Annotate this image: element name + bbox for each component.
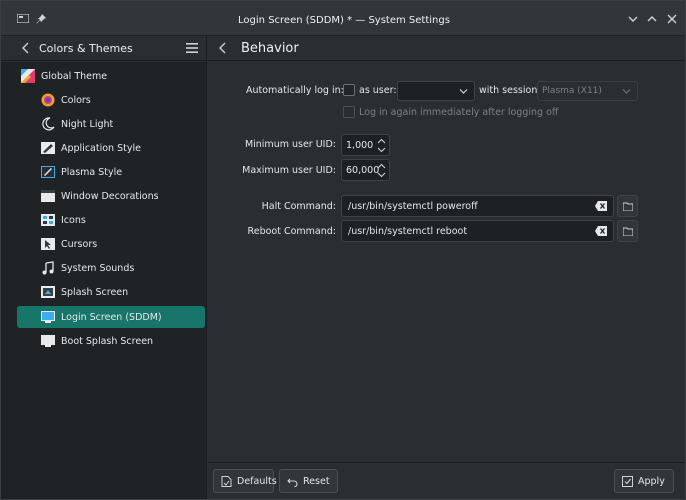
sidebar-item-window-decorations[interactable]: Window Decorations bbox=[17, 185, 205, 207]
max-uid-label: Maximum user UID: bbox=[242, 165, 336, 176]
close-icon bbox=[667, 14, 677, 24]
sidebar-item-label: Login Screen (SDDM) bbox=[61, 311, 162, 323]
colors-icon bbox=[41, 93, 55, 107]
login-screen-icon bbox=[41, 311, 55, 323]
min-uid-spinbox[interactable]: 1,000 bbox=[341, 134, 390, 156]
reset-label: Reset bbox=[303, 475, 330, 487]
halt-command-field[interactable]: /usr/bin/systemctl poweroff bbox=[341, 195, 614, 217]
reset-button[interactable]: Reset bbox=[279, 469, 338, 493]
user-select[interactable] bbox=[397, 81, 475, 101]
max-uid-spinbox[interactable]: 60,000 bbox=[341, 159, 390, 181]
halt-browse-button[interactable] bbox=[617, 195, 638, 217]
sidebar-item-global-theme[interactable]: Global Theme bbox=[21, 65, 205, 87]
apply-button[interactable]: Apply bbox=[614, 469, 674, 493]
reboot-browse-button[interactable] bbox=[617, 220, 638, 242]
sidebar-item-icons[interactable]: Icons bbox=[17, 209, 205, 231]
chevron-up-icon bbox=[647, 16, 657, 22]
splash-screen-icon bbox=[41, 286, 55, 298]
session-select-value: Plasma (X11) bbox=[542, 86, 602, 96]
chevron-down-icon bbox=[622, 89, 631, 94]
sidebar-item-label: Global Theme bbox=[41, 70, 108, 82]
sidebar-item-system-sounds[interactable]: System Sounds bbox=[17, 257, 205, 279]
sidebar-item-plasma-style[interactable]: Plasma Style bbox=[17, 161, 205, 183]
defaults-button[interactable]: Defaults bbox=[213, 469, 277, 493]
close-button[interactable] bbox=[666, 13, 678, 25]
music-note-icon bbox=[42, 261, 54, 275]
apply-label: Apply bbox=[638, 475, 665, 487]
autologin-label: Automatically log in: bbox=[246, 85, 344, 96]
clear-text-icon[interactable] bbox=[595, 226, 607, 236]
sidebar-item-application-style[interactable]: Application Style bbox=[17, 137, 205, 159]
sidebar-item-label: Window Decorations bbox=[61, 190, 159, 202]
page-back-arrow-icon[interactable] bbox=[218, 42, 228, 54]
relogin-label: Log in again immediately after logging o… bbox=[359, 107, 559, 118]
sidebar-item-label: Icons bbox=[61, 214, 86, 226]
boot-splash-icon bbox=[41, 335, 55, 347]
sidebar-item-colors[interactable]: Colors bbox=[17, 89, 205, 111]
page-title: Behavior bbox=[241, 41, 299, 56]
category-title: Colors & Themes bbox=[39, 42, 133, 55]
defaults-label: Defaults bbox=[237, 475, 277, 487]
sidebar-item-label: Application Style bbox=[61, 142, 141, 154]
min-uid-label: Minimum user UID: bbox=[244, 139, 336, 150]
application-style-icon bbox=[41, 142, 55, 154]
session-select[interactable]: Plasma (X11) bbox=[537, 81, 638, 101]
folder-icon bbox=[623, 227, 633, 236]
folder-icon bbox=[623, 202, 633, 211]
system-settings-window: Login Screen (SDDM) * — System Settings … bbox=[0, 0, 686, 500]
reboot-command-label: Reboot Command: bbox=[247, 226, 336, 237]
header-bar: Colors & Themes Behavior bbox=[1, 36, 685, 61]
spin-arrows-icon[interactable] bbox=[377, 163, 386, 178]
sidebar-item-label: Night Light bbox=[61, 118, 114, 130]
behavior-page: Automatically log in: as user: with sess… bbox=[208, 62, 685, 462]
sidebar: Global Theme Colors Night Light Applicat… bbox=[1, 62, 207, 499]
window-title: Login Screen (SDDM) * — System Settings bbox=[238, 15, 450, 26]
reboot-command-value: /usr/bin/systemctl reboot bbox=[348, 226, 468, 237]
sidebar-item-label: Boot Splash Screen bbox=[61, 335, 154, 347]
clear-text-icon[interactable] bbox=[595, 201, 607, 211]
hamburger-menu-icon[interactable] bbox=[186, 43, 198, 53]
autologin-checkbox[interactable] bbox=[343, 84, 355, 96]
relogin-checkbox[interactable] bbox=[343, 106, 355, 118]
sidebar-item-label: Cursors bbox=[61, 238, 98, 250]
halt-command-label: Halt Command: bbox=[261, 201, 336, 212]
sidebar-item-night-light[interactable]: Night Light bbox=[17, 113, 205, 135]
document-defaults-icon bbox=[221, 475, 232, 487]
sidebar-item-cursors[interactable]: Cursors bbox=[17, 233, 205, 255]
title-bar[interactable]: Login Screen (SDDM) * — System Settings bbox=[1, 1, 685, 36]
back-arrow-icon[interactable] bbox=[21, 42, 31, 54]
halt-command-value: /usr/bin/systemctl poweroff bbox=[348, 201, 478, 212]
icons-icon bbox=[41, 214, 55, 226]
undo-icon bbox=[287, 478, 298, 487]
apply-icon bbox=[622, 475, 633, 487]
minimize-button[interactable] bbox=[627, 13, 639, 25]
night-light-icon bbox=[42, 117, 55, 131]
footer-bar: Defaults Reset Apply bbox=[208, 462, 685, 499]
sidebar-item-login-screen[interactable]: Login Screen (SDDM) bbox=[17, 306, 205, 328]
sidebar-item-boot-splash[interactable]: Boot Splash Screen bbox=[17, 330, 205, 352]
min-uid-value: 1,000 bbox=[346, 140, 374, 151]
reboot-command-field[interactable]: /usr/bin/systemctl reboot bbox=[341, 220, 614, 242]
maximize-button[interactable] bbox=[646, 13, 658, 25]
sidebar-item-label: Colors bbox=[61, 94, 91, 106]
cursors-icon bbox=[41, 238, 55, 250]
sidebar-item-label: Plasma Style bbox=[61, 166, 123, 178]
spin-arrows-icon[interactable] bbox=[377, 138, 386, 153]
with-session-label: with session bbox=[479, 85, 538, 96]
sidebar-header: Colors & Themes bbox=[1, 36, 207, 61]
sidebar-item-splash-screen[interactable]: Splash Screen bbox=[17, 281, 205, 303]
window-decorations-icon bbox=[41, 190, 55, 202]
as-user-label: as user: bbox=[359, 85, 397, 96]
max-uid-value: 60,000 bbox=[346, 165, 380, 176]
plasma-style-icon bbox=[41, 166, 55, 178]
chevron-down-icon bbox=[628, 16, 638, 22]
global-theme-icon bbox=[21, 69, 35, 83]
sidebar-item-label: System Sounds bbox=[61, 262, 135, 274]
sidebar-item-label: Splash Screen bbox=[61, 286, 129, 298]
chevron-down-icon bbox=[459, 89, 468, 94]
